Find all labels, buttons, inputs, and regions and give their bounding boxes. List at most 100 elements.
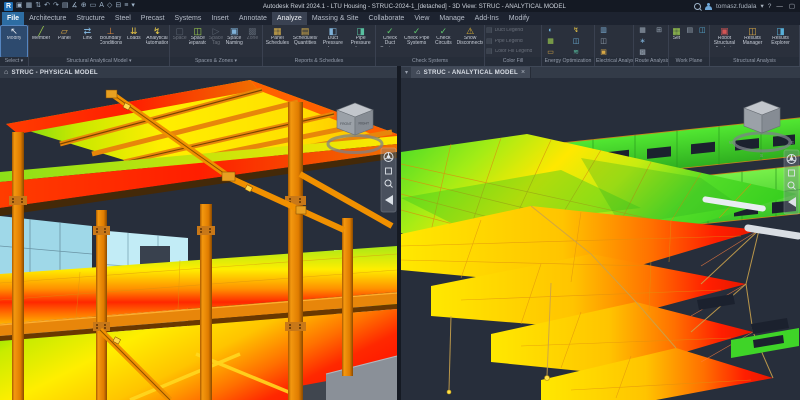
- ribbon-tab[interactable]: File: [2, 12, 24, 25]
- energy-optimization-icon-button[interactable]: ▦: [543, 37, 558, 47]
- robot-structural-analysis-button[interactable]: ▣ Robot Structural Analysis: [711, 26, 738, 57]
- ribbon-panel-label[interactable]: Energy Optimization: [542, 57, 594, 66]
- undo-icon[interactable]: ↶: [44, 1, 50, 11]
- ribbon-panel-label[interactable]: Structural Analytical Model ▾: [29, 57, 169, 66]
- space-separator-button[interactable]: ◫ Space Separator: [189, 26, 206, 57]
- boundary-conditions-button[interactable]: ⊥ Boundary Conditions: [100, 26, 122, 57]
- panel-button[interactable]: ▱ Panel: [53, 26, 75, 57]
- ribbon-panel-label[interactable]: Spaces & Zones ▾: [170, 57, 262, 66]
- energy-optimization-icon-button[interactable]: ≋: [569, 48, 584, 57]
- check-circuits-button[interactable]: ✓ Check Circuits: [431, 26, 457, 57]
- electrical-analysis-icon-button[interactable]: ▥: [596, 26, 611, 36]
- navigation-bar[interactable]: [381, 148, 396, 212]
- analytical-model-viewport[interactable]: W S E: [401, 78, 800, 400]
- route-analysis-icon-button[interactable]: ∗: [635, 37, 650, 47]
- loads-button[interactable]: ⇊ Loads: [123, 26, 145, 57]
- panel-schedules-button[interactable]: ▦ Panel Schedules: [264, 26, 291, 57]
- measure-icon[interactable]: ∡: [72, 1, 78, 11]
- show-work-plane-button[interactable]: ▤: [684, 26, 696, 36]
- route-analysis-icon-button[interactable]: ▦: [635, 26, 650, 36]
- open-icon[interactable]: ▣: [16, 1, 23, 11]
- physical-model-viewport[interactable]: FRONT RIGHT: [0, 78, 397, 400]
- print-icon[interactable]: ▤: [62, 1, 69, 11]
- physical-model-view[interactable]: FRONT RIGHT: [0, 78, 397, 400]
- energy-optimization-icon-button[interactable]: ◫: [569, 37, 584, 47]
- ribbon-tab[interactable]: Massing & Site: [307, 12, 364, 25]
- space-tag-button[interactable]: ▷ Space Tag: [207, 26, 224, 57]
- signed-in-user[interactable]: tomasz.fudala: [716, 3, 756, 10]
- member-button[interactable]: ╱ Member: [30, 26, 52, 57]
- ribbon-tab[interactable]: Insert: [206, 12, 234, 25]
- user-caret-icon[interactable]: ▾: [760, 2, 763, 10]
- analytical-model-view[interactable]: W S E: [401, 78, 800, 400]
- pipe-legend-button[interactable]: ▤ Pipe Legend: [486, 37, 540, 47]
- ribbon-panel-label[interactable]: Select ▾: [0, 57, 28, 66]
- revit-logo[interactable]: R: [4, 2, 13, 11]
- route-analysis-icon-button[interactable]: ⊞: [652, 26, 667, 36]
- minimize-button[interactable]: —: [775, 3, 784, 10]
- view-header-physical[interactable]: ⌂ STRUC - PHYSICAL MODEL: [0, 66, 397, 78]
- ribbon-panel-label[interactable]: Color Fill: [485, 57, 541, 66]
- zone-button[interactable]: ▩ Zone: [244, 26, 261, 57]
- energy-optimization-icon-button[interactable]: ↯: [569, 26, 584, 36]
- results-explorer-button[interactable]: ◨ Results Explorer: [767, 26, 794, 57]
- color-fill-legend-button[interactable]: ▤ Color Fill Legend: [486, 47, 540, 57]
- check-duct-systems-button[interactable]: ✓ Check Duct Systems: [377, 26, 403, 57]
- help-icon[interactable]: ?: [768, 3, 772, 10]
- user-icon[interactable]: [705, 3, 712, 10]
- pipe-pressure-loss-report-button[interactable]: ◨ Pipe Pressure Loss Report: [347, 26, 374, 57]
- 3d-view-icon[interactable]: ◇: [107, 1, 112, 11]
- redo-icon[interactable]: ↷: [53, 1, 59, 11]
- modify-button[interactable]: ↖ Modify: [1, 26, 27, 57]
- ribbon-panel-label[interactable]: Work Plane: [669, 57, 709, 66]
- ribbon-panel-label[interactable]: Route Analysis ▾: [634, 57, 668, 66]
- route-analysis-icon-button[interactable]: ▩: [635, 48, 650, 57]
- ribbon-panel-label[interactable]: Structural Analysis: [710, 57, 799, 66]
- search-icon[interactable]: [694, 3, 701, 10]
- space-button[interactable]: ▢ Space: [171, 26, 188, 57]
- chevron-down-icon[interactable]: ▾: [405, 69, 408, 76]
- text-icon[interactable]: A: [99, 1, 104, 11]
- ribbon-tab[interactable]: Analyze: [272, 12, 307, 25]
- link-button[interactable]: ⇄ Link: [76, 26, 98, 57]
- ribbon-tab[interactable]: Steel: [110, 12, 136, 25]
- tag-icon[interactable]: ▭: [90, 1, 97, 11]
- ribbon-tab[interactable]: Precast: [136, 12, 170, 25]
- ribbon-tab[interactable]: Add-Ins: [470, 12, 504, 25]
- schedules-quantities-button[interactable]: ▤ Schedules/ Quantities: [292, 26, 319, 57]
- ribbon-tab[interactable]: Manage: [434, 12, 469, 25]
- duct-legend-button[interactable]: ▤ Duct Legend: [486, 26, 540, 36]
- electrical-analysis-icon-button[interactable]: ▣: [596, 48, 611, 57]
- energy-optimization-icon-button[interactable]: ◐: [543, 26, 558, 36]
- navigation-bar[interactable]: [784, 150, 799, 214]
- show-disconnects-button[interactable]: ⚠ Show Disconnects: [457, 26, 483, 57]
- electrical-analysis-icon-button[interactable]: ◫: [596, 37, 611, 47]
- ribbon-tab[interactable]: Modify: [504, 12, 535, 25]
- results-manager-button[interactable]: ◫ Results Manager: [739, 26, 766, 57]
- section-icon[interactable]: ⊟: [115, 1, 121, 11]
- ribbon-panel-label[interactable]: Electrical Analysis: [595, 57, 633, 66]
- duct-pressure-loss-report-button[interactable]: ◧ Duct Pressure Loss Report: [320, 26, 347, 57]
- qat-customize-icon[interactable]: ▾: [131, 1, 135, 11]
- close-icon[interactable]: ×: [521, 69, 525, 76]
- ribbon-tab[interactable]: Collaborate: [364, 12, 410, 25]
- check-pipe-systems-button[interactable]: ✓ Check Pipe Systems: [404, 26, 430, 57]
- thin-lines-icon[interactable]: ≡: [124, 1, 128, 11]
- space-naming-button[interactable]: ▣ Space Naming: [226, 26, 243, 57]
- view-tab-analytical[interactable]: ⌂ STRUC - ANALYTICAL MODEL ×: [411, 67, 531, 78]
- analytical-automation-button[interactable]: ↯ Analytical Automation: [146, 26, 168, 57]
- ribbon-tab[interactable]: Architecture: [24, 12, 71, 25]
- save-icon[interactable]: ▦: [26, 1, 33, 11]
- ribbon-panel-label[interactable]: Reports & Schedules: [263, 57, 375, 66]
- dimension-icon[interactable]: ⊕: [81, 1, 87, 11]
- viewer-button[interactable]: ◫: [697, 26, 709, 36]
- ribbon-tab[interactable]: Annotate: [234, 12, 272, 25]
- ribbon-tab[interactable]: Systems: [170, 12, 207, 25]
- analytical-node[interactable]: [447, 390, 451, 394]
- analytical-node[interactable]: [545, 376, 550, 381]
- energy-optimization-icon-button[interactable]: ▭: [543, 48, 558, 57]
- restore-button[interactable]: ▢: [788, 2, 796, 10]
- set-work-plane-button[interactable]: ▦ Set: [670, 26, 683, 57]
- sync-icon[interactable]: ⇅: [35, 1, 41, 11]
- ribbon-tab[interactable]: View: [409, 12, 434, 25]
